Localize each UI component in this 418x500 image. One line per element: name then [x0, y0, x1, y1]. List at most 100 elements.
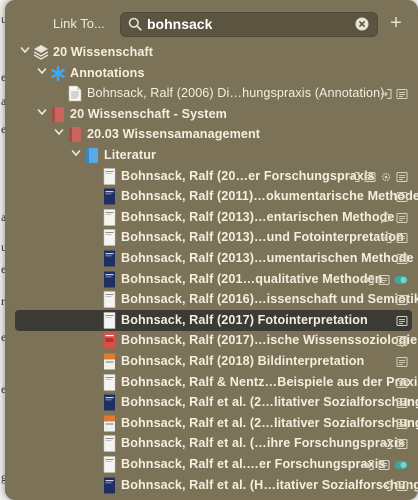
book-cover-white-icon	[101, 229, 117, 247]
tree-row-label: Bohnsack, Ralf (2006) Di…hungspraxis (An…	[87, 86, 385, 101]
tree-row-item[interactable]: Bohnsack, Ralf (2013)…entarischen Method…	[5, 207, 418, 228]
card-icon[interactable]	[396, 314, 408, 326]
row-actions	[396, 375, 408, 389]
chevron-down-icon[interactable]	[36, 66, 48, 80]
card-icon[interactable]	[396, 211, 408, 223]
tree-row-item[interactable]: Bohnsack, Ralf (201…qualitative Methoden	[5, 269, 418, 290]
card-icon[interactable]	[396, 396, 408, 409]
chevron-down-icon[interactable]	[70, 148, 82, 162]
card-icon[interactable]	[396, 437, 408, 450]
tree-row-item[interactable]: Bohnsack, Ralf & Nentz…Beispiele aus der…	[5, 372, 418, 393]
tree-row-label: Bohnsack, Ralf et al. (2…litativer Sozia…	[121, 395, 418, 410]
tree-row-label: Bohnsack, Ralf et al. (…ihre Forschungsp…	[121, 436, 405, 451]
tree-row-label: Bohnsack, Ralf (2017)…ische Wissenssozio…	[121, 333, 418, 348]
row-actions	[380, 86, 408, 100]
tree-row-label: Bohnsack, Ralf (20…er Forschungspraxis	[121, 168, 375, 183]
link-to-label: Link To...	[53, 16, 105, 31]
chevron-down-icon[interactable]	[36, 107, 48, 121]
chevron-down-icon[interactable]	[19, 45, 31, 59]
book-cover-red-icon	[101, 332, 117, 349]
link-to-popover: Link To... + 20 Wissenschaft Annotations B…	[5, 0, 418, 500]
card-icon[interactable]	[378, 273, 390, 285]
tree-row-item[interactable]: Bohnsack, Ralf (2006) Di…hungspraxis (An…	[5, 83, 418, 104]
tree-row-label: Bohnsack, Ralf et al.…er Forschungspraxi…	[121, 457, 386, 471]
tree-row-item[interactable]: Bohnsack, Ralf et al.…er Forschungspraxi…	[5, 454, 418, 475]
link-icon[interactable]	[380, 87, 392, 100]
row-actions	[362, 272, 408, 286]
row-actions	[380, 478, 408, 492]
add-button[interactable]: +	[385, 13, 407, 35]
row-actions	[396, 354, 408, 368]
tree-row-group[interactable]: Annotations	[5, 63, 418, 84]
tree-row-item[interactable]: Bohnsack, Ralf et al. (2…litativer Sozia…	[5, 392, 418, 413]
row-actions	[348, 169, 408, 183]
row-actions	[396, 416, 408, 430]
book-cover-navy-icon	[101, 394, 117, 411]
tree-row-label: Bohnsack, Ralf (2013)…entarischen Method…	[121, 209, 395, 224]
tree-row-item[interactable]: Bohnsack, Ralf (2013)…umentarischen Meth…	[5, 248, 418, 269]
tree-row-item[interactable]: Bohnsack, Ralf (2017) Fotointerpretation	[5, 309, 418, 331]
book-cover-orange-icon	[101, 353, 117, 370]
chevron-down-icon[interactable]	[53, 127, 65, 141]
tree-row-item[interactable]: Bohnsack, Ralf et al. (H…itativer Sozial…	[5, 475, 418, 496]
card-icon[interactable]	[396, 417, 408, 429]
link-icon[interactable]	[348, 170, 360, 182]
card-icon[interactable]	[396, 87, 408, 100]
tree-row-group[interactable]: 20 Wissenschaft	[5, 42, 418, 63]
tree-row-item[interactable]: Bohnsack, Ralf (2017)…ische Wissenssozio…	[5, 330, 418, 351]
row-actions	[380, 210, 408, 224]
card-icon[interactable]	[396, 231, 408, 244]
scrollbar[interactable]	[409, 40, 415, 500]
link-icon[interactable]	[362, 458, 374, 471]
popover-header: Link To... +	[5, 0, 418, 40]
red-book-icon	[50, 106, 66, 123]
red-book-icon	[67, 126, 83, 143]
stack-icon	[33, 44, 49, 61]
tree-row-label: Bohnsack, Ralf (2017) Fotointerpretation	[121, 312, 368, 327]
card-icon[interactable]	[396, 293, 408, 306]
tree-row-label: Bohnsack, Ralf (201…qualitative Methoden	[121, 271, 383, 286]
tree-row-item[interactable]: Bohnsack, Ralf (20…er Forschungspraxis	[5, 166, 418, 187]
book-cover-navy-icon	[101, 188, 117, 205]
tree-row-label: Bohnsack, Ralf & Nentz…Beispiele aus der…	[121, 374, 418, 389]
link-icon[interactable]	[380, 437, 392, 450]
book-cover-white-icon	[101, 435, 117, 453]
book-cover-navy-icon	[101, 271, 117, 288]
link-icon[interactable]	[380, 231, 392, 244]
card-icon[interactable]	[396, 170, 408, 182]
toggle-icon[interactable]	[394, 458, 408, 470]
link-icon[interactable]	[380, 479, 392, 491]
link-icon[interactable]	[362, 273, 374, 285]
search-field[interactable]	[120, 12, 378, 37]
tree-row-item[interactable]: Bohnsack, Ralf et al. (2…litativer Sozia…	[5, 413, 418, 434]
row-actions	[396, 333, 408, 347]
tree-row-item[interactable]: Bohnsack, Ralf (2011)…okumentarische Met…	[5, 186, 418, 207]
card-icon[interactable]	[396, 334, 408, 347]
tree-row-group[interactable]: 20 Wissenschaft - System	[5, 104, 418, 125]
toggle-icon[interactable]	[394, 273, 408, 285]
card-icon[interactable]	[396, 376, 408, 388]
tree-row-item[interactable]: Bohnsack, Ralf (2016)…issenschaft und Se…	[5, 289, 418, 310]
tree-row-item[interactable]: Bohnsack, Ralf et al. (…ihre Forschungsp…	[5, 433, 418, 454]
row-actions	[396, 292, 408, 306]
book-cover-navy-icon	[101, 250, 117, 267]
text-document-icon	[67, 85, 83, 102]
card-icon[interactable]	[396, 355, 408, 367]
card-icon[interactable]	[378, 458, 390, 470]
gear-icon[interactable]	[380, 170, 392, 182]
search-input[interactable]	[147, 14, 342, 34]
blue-book-icon	[84, 147, 100, 164]
card-icon[interactable]	[396, 252, 408, 264]
card-icon[interactable]	[364, 170, 376, 182]
comment-icon[interactable]	[380, 211, 392, 224]
card-icon[interactable]	[396, 479, 408, 491]
book-cover-white-icon	[101, 312, 117, 329]
tree-row-item[interactable]: Bohnsack, Ralf (2013)…und Fotointerpreta…	[5, 227, 418, 248]
clear-search-icon[interactable]	[355, 17, 369, 36]
book-cover-orange-icon	[101, 415, 117, 432]
tree-row-item[interactable]: Bohnsack, Ralf (2018) Bildinterpretation	[5, 351, 418, 372]
tree-row-group[interactable]: 20.03 Wissensamanagement	[5, 124, 418, 145]
book-cover-navy-icon	[101, 477, 117, 494]
card-icon[interactable]	[396, 190, 408, 203]
tree-row-group[interactable]: Literatur	[5, 145, 418, 166]
